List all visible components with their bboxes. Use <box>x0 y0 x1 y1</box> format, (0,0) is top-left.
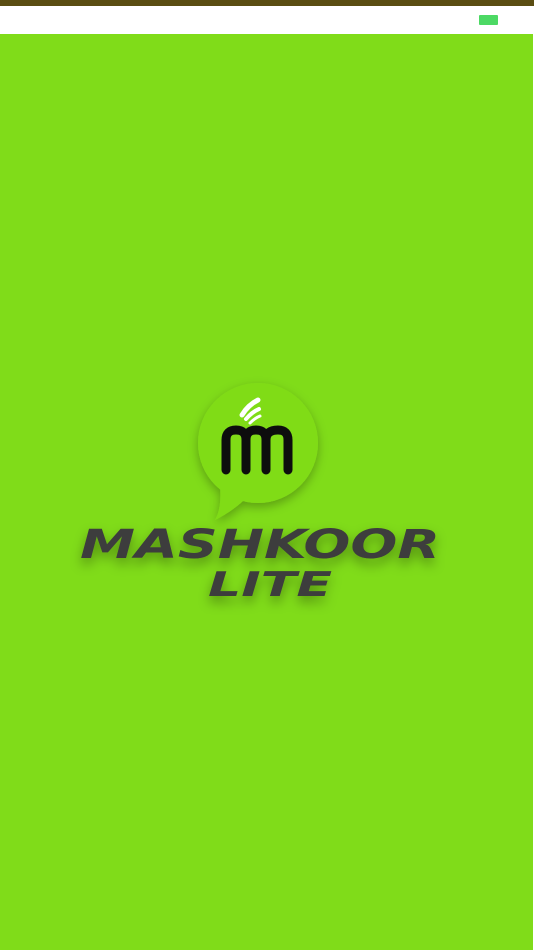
app-name-line1: MASHKOOR <box>80 522 440 568</box>
logo-graphic: MASHKOOR LITE <box>80 383 440 605</box>
wordmark: MASHKOOR LITE <box>80 522 440 605</box>
app-name-line2: LITE <box>208 565 332 605</box>
status-bar <box>0 6 534 34</box>
app-logo: MASHKOOR LITE <box>70 370 470 620</box>
chat-bubble-m-logo-icon <box>198 383 318 520</box>
battery-icon <box>479 15 498 25</box>
splash-screen: MASHKOOR LITE <box>0 0 534 950</box>
